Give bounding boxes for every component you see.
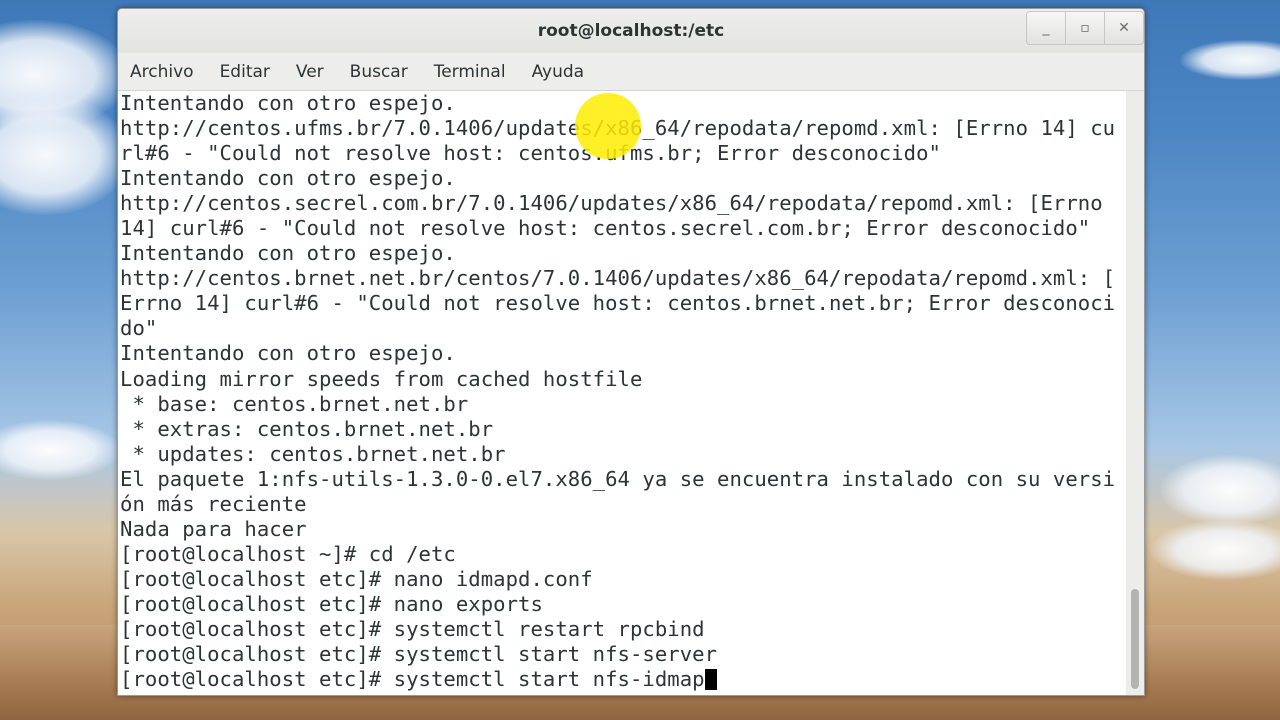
menu-ayuda[interactable]: Ayuda (532, 62, 585, 82)
terminal-line: Loading mirror speeds from cached hostfi… (120, 366, 643, 391)
command-input[interactable]: [root@localhost etc]# systemctl start nf… (120, 667, 705, 691)
terminal-window: root@localhost:/etc _ ▫ ✕ Archivo Editar… (117, 8, 1145, 696)
terminal-line: Intentando con otro espejo. (120, 241, 456, 266)
terminal-line: [root@localhost etc]# systemctl restart … (120, 616, 705, 641)
terminal-line: do" (120, 316, 158, 341)
terminal-line: rl#6 - "Could not resolve host: centos.u… (120, 141, 941, 166)
terminal-line: [root@localhost etc]# systemctl start nf… (120, 642, 718, 667)
terminal-line: Nada para hacer (120, 516, 307, 541)
terminal-line: Errno 14] curl#6 - "Could not resolve ho… (120, 291, 1116, 316)
terminal-input-line[interactable]: [root@localhost etc]# systemctl start nf… (120, 667, 1126, 692)
terminal-line: Intentando con otro espejo. (120, 91, 456, 115)
vertical-scrollbar[interactable] (1126, 91, 1144, 695)
terminal-line: Intentando con otro espejo. (120, 166, 456, 191)
terminal-line: [root@localhost etc]# nano idmapd.conf (120, 566, 593, 591)
cloud (0, 95, 130, 215)
terminal-line: El paquete 1:nfs-utils-1.3.0-0.el7.x86_6… (120, 466, 1116, 491)
text-cursor (704, 669, 717, 691)
maximize-button[interactable]: ▫ (1065, 11, 1105, 45)
window-title: root@localhost:/etc (537, 21, 725, 41)
terminal-line: 14] curl#6 - "Could not resolve host: ce… (120, 216, 1091, 241)
menu-ver[interactable]: Ver (296, 62, 324, 82)
terminal-line: * extras: centos.brnet.net.br (120, 416, 494, 441)
menu-archivo[interactable]: Archivo (130, 62, 194, 82)
cloud (0, 420, 120, 480)
cloud (1160, 455, 1280, 525)
terminal-line: http://centos.brnet.net.br/centos/7.0.14… (120, 266, 1116, 291)
terminal-line: [root@localhost etc]# nano exports (120, 591, 543, 616)
terminal-line: * base: centos.brnet.net.br (120, 391, 469, 416)
terminal-line: Intentando con otro espejo. (120, 341, 456, 366)
close-button[interactable]: ✕ (1104, 11, 1144, 45)
cloud (1180, 40, 1280, 80)
menu-buscar[interactable]: Buscar (350, 62, 408, 82)
terminal-line: http://centos.secrel.com.br/7.0.1406/upd… (120, 191, 1103, 216)
terminal-line: ón más reciente (120, 491, 307, 516)
title-bar[interactable]: root@localhost:/etc _ ▫ ✕ (118, 9, 1144, 53)
menu-bar: Archivo Editar Ver Buscar Terminal Ayuda (118, 53, 1144, 91)
window-controls: _ ▫ ✕ (1026, 11, 1144, 45)
scrollbar-thumb[interactable] (1131, 589, 1139, 689)
menu-editar[interactable]: Editar (220, 62, 270, 82)
menu-terminal[interactable]: Terminal (434, 62, 506, 82)
cloud (1150, 520, 1280, 580)
terminal-line: http://centos.ufms.br/7.0.1406/updates/x… (120, 116, 1116, 141)
terminal-output[interactable]: Intentando con otro espejo. http://cento… (118, 91, 1126, 695)
terminal-line: * updates: centos.brnet.net.br (120, 441, 506, 466)
terminal-line: [root@localhost ~]# cd /etc (120, 541, 456, 566)
minimize-button[interactable]: _ (1026, 11, 1066, 45)
